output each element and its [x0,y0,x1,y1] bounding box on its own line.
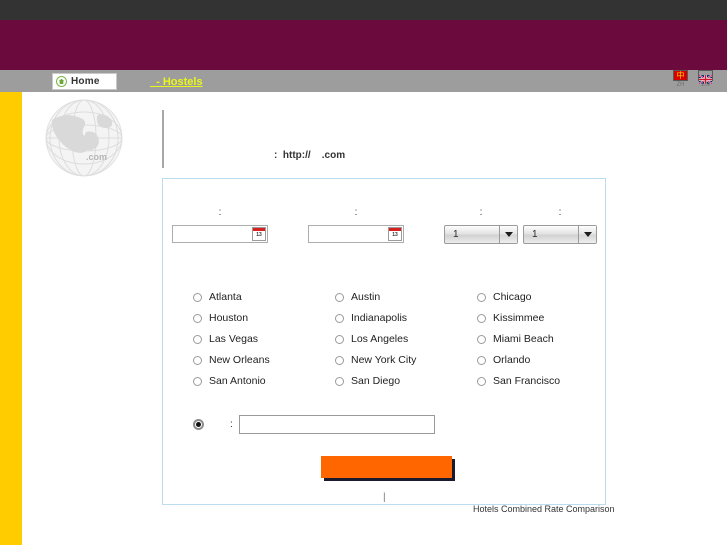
city-option-kissimmee[interactable]: Kissimmee [477,308,593,329]
other-destination-row: : [193,415,435,434]
flag-china-glyph: 中 [676,70,685,80]
field-guests-label: : [558,207,562,218]
radio-icon[interactable] [193,377,202,386]
city-option-houston[interactable]: Houston [193,308,335,329]
city-option-los-angeles[interactable]: Los Angeles [335,329,477,350]
site-brand-banner [0,20,727,70]
radio-icon[interactable] [335,377,344,386]
calendar-icon[interactable]: 13 [252,227,266,241]
globe-icon [45,99,123,177]
calendar-icon-day: 13 [253,231,265,240]
city-option-las-vegas[interactable]: Las Vegas [193,329,335,350]
field-guests: : 1 [523,207,597,244]
city-option-atlanta[interactable]: Atlanta [193,287,335,308]
left-color-rail [0,92,22,545]
radio-icon[interactable] [193,314,202,323]
chevron-down-icon[interactable] [578,226,596,243]
city-label: Las Vegas [209,333,259,346]
city-option-san-francisco[interactable]: San Francisco [477,371,593,392]
heading-accent-rule [162,110,164,168]
radio-icon[interactable] [477,335,486,344]
guests-select[interactable]: 1 [523,225,597,244]
radio-icon[interactable] [335,356,344,365]
hotel-search-panel: : 13 : 13 : 1: 1 Atlanta Austin Chicago… [162,178,606,505]
radio-icon[interactable] [477,356,486,365]
radio-icon[interactable] [193,293,202,302]
footer-note: Hotels Combined Rate Comparison [473,504,615,514]
city-option-indianapolis[interactable]: Indianapolis [335,308,477,329]
city-label: Orlando [493,354,531,367]
city-option-new-orleans[interactable]: New Orleans [193,350,335,371]
language-code-zh: ZH [676,82,685,88]
page-title [175,112,595,142]
calendar-icon[interactable]: 13 [388,227,402,241]
search-submit-button[interactable] [321,456,452,478]
city-label: San Diego [351,375,401,388]
radio-icon[interactable] [193,356,202,365]
city-label: San Antonio [209,375,266,388]
field-checkout: : 13 [308,207,404,243]
city-label: New Orleans [209,354,270,367]
city-label: Austin [351,291,381,304]
radio-icon[interactable] [477,293,486,302]
city-option-san-diego[interactable]: San Diego [335,371,477,392]
radio-icon[interactable] [335,293,344,302]
site-logo-suffix: .com [86,152,108,162]
site-logo[interactable]: .com [38,98,130,180]
radio-icon[interactable] [477,377,486,386]
city-label: Atlanta [209,291,242,304]
calendar-icon-day: 13 [389,231,401,240]
rooms-select-value: 1 [453,228,459,240]
chevron-down-icon[interactable] [499,226,517,243]
city-option-new-york-city[interactable]: New York City [335,350,477,371]
city-label: San Francisco [493,375,561,388]
field-checkin: : 13 [172,207,268,243]
city-option-orlando[interactable]: Orlando [477,350,593,371]
radio-icon[interactable] [193,335,202,344]
page-root: Home - Hostels 中 ZH EN .com: http:// .c… [0,0,727,545]
page-url-line: : http:// .com [274,150,346,161]
field-rooms-label: : [479,207,483,218]
browser-top-band [0,0,727,20]
city-option-chicago[interactable]: Chicago [477,287,593,308]
city-label: Miami Beach [493,333,554,346]
flag-china-icon: 中 [673,70,688,81]
other-destination-input[interactable] [238,415,435,434]
checkout-date-input[interactable]: 13 [308,225,404,243]
rooms-select[interactable]: 1 [444,225,518,244]
city-label: Los Angeles [351,333,409,346]
radio-icon[interactable] [335,314,344,323]
city-option-miami-beach[interactable]: Miami Beach [477,329,593,350]
city-label: Kissimmee [493,312,545,325]
nav-tab-home-label: Home [71,75,100,87]
city-radio-group: Atlanta Austin Chicago Houston Indianapo… [193,287,593,392]
city-option-san-antonio[interactable]: San Antonio [193,371,335,392]
other-destination-label: : [230,419,233,430]
field-checkin-label: : [218,207,222,218]
field-checkout-label: : [354,207,358,218]
flag-uk-icon [698,70,713,85]
nav-tab-home[interactable]: Home [52,73,117,90]
field-rooms: : 1 [444,207,518,244]
nav-link-hostels[interactable]: - Hostels [150,76,202,88]
footer-separator: | [383,492,386,503]
language-option-zh[interactable]: 中 ZH [673,70,688,88]
language-switcher: 中 ZH EN [673,70,713,88]
language-code-en: EN [701,82,710,88]
radio-icon[interactable] [335,335,344,344]
city-label: Indianapolis [351,312,408,325]
radio-icon-other-selected[interactable] [193,419,204,430]
radio-icon[interactable] [477,314,486,323]
city-label: Houston [209,312,249,325]
city-label: Chicago [493,291,532,304]
home-icon [56,76,67,87]
city-label: New York City [351,354,417,367]
city-option-austin[interactable]: Austin [335,287,477,308]
language-option-en[interactable]: EN [698,70,713,88]
checkin-date-input[interactable]: 13 [172,225,268,243]
guests-select-value: 1 [532,228,538,240]
